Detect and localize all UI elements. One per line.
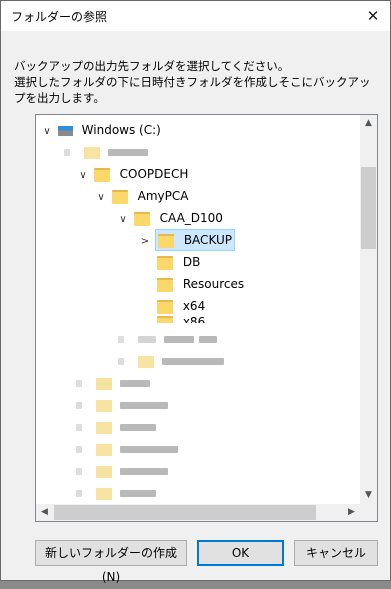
tree-item-db[interactable]: DB [157, 251, 200, 273]
tree-item-redacted[interactable] [76, 372, 150, 394]
tree-item-redacted[interactable] [76, 482, 156, 504]
ok-button[interactable]: OK [197, 540, 284, 566]
tree-item-backup-selected[interactable]: BACKUP [155, 229, 235, 251]
drive-icon [57, 125, 73, 136]
tree-item-redacted[interactable] [118, 328, 218, 350]
tree-item-label: Windows (C:) [81, 123, 161, 137]
tree-item-redacted[interactable] [76, 438, 178, 460]
tree-item-label: Resources [182, 277, 245, 291]
folder-icon [157, 277, 173, 292]
vertical-scrollbar[interactable]: ▲ ▼ [360, 115, 377, 504]
tree-item-x86[interactable]: x86 [157, 311, 205, 323]
tree-item-backup[interactable]: > [138, 229, 152, 251]
tree-item-label: x86 [182, 315, 206, 323]
tree-item-redacted[interactable] [64, 141, 148, 163]
chevron-down-icon[interactable]: ∨ [40, 121, 54, 143]
tree-item-label: CAA_D100 [159, 211, 223, 225]
tree-item-redacted[interactable] [76, 394, 168, 416]
tree-item-redacted[interactable] [118, 350, 224, 372]
chevron-down-icon[interactable]: ∨ [76, 165, 90, 187]
scroll-right-icon[interactable]: ▶ [343, 504, 360, 521]
tree-item-drive[interactable]: ∨ Windows (C:) [40, 119, 161, 141]
tree-item-amypca[interactable]: ∨ AmyPCA [94, 185, 188, 207]
chevron-down-icon[interactable]: ∨ [94, 187, 108, 209]
title-bar: フォルダーの参照 ✕ [1, 1, 390, 31]
tree-item-label: COOPDECH [119, 167, 189, 181]
folder-icon [158, 233, 174, 248]
scroll-left-icon[interactable]: ◀ [36, 504, 53, 521]
new-folder-button[interactable]: 新しいフォルダーの作成(N) [35, 540, 187, 584]
folder-icon [133, 211, 150, 226]
browse-folder-dialog: フォルダーの参照 ✕ バックアップの出力先フォルダを選択してください。 選択した… [0, 0, 391, 584]
folder-icon [157, 315, 173, 323]
dialog-title: フォルダーの参照 [11, 10, 108, 24]
close-icon[interactable]: ✕ [356, 1, 390, 31]
tree-item-label: AmyPCA [137, 189, 189, 203]
tree-item-redacted[interactable] [76, 460, 168, 482]
folder-icon [111, 189, 128, 204]
vertical-scroll-thumb[interactable] [361, 167, 376, 249]
chevron-down-icon[interactable]: ∨ [116, 209, 130, 231]
tree-item-label: DB [182, 255, 201, 269]
folder-icon [93, 167, 110, 182]
chevron-right-icon[interactable]: > [138, 231, 152, 253]
tree-item-coopdech[interactable]: ∨ COOPDECH [76, 163, 188, 185]
scrollbar-corner [360, 504, 377, 521]
scroll-down-icon[interactable]: ▼ [360, 487, 377, 504]
dialog-description: バックアップの出力先フォルダを選択してください。 選択したフォルダの下に日時付き… [14, 59, 371, 105]
folder-tree[interactable]: ∨ Windows (C:) ∨ COOPDECH ∨ AmyPCA ∨ CAA… [35, 114, 378, 522]
horizontal-scrollbar[interactable]: ◀ ▶ [36, 504, 360, 521]
tree-item-redacted[interactable] [76, 416, 156, 438]
cancel-button[interactable]: キャンセル [294, 540, 378, 566]
folder-icon [157, 255, 173, 270]
scroll-up-icon[interactable]: ▲ [360, 115, 377, 132]
tree-item-resources[interactable]: Resources [157, 273, 244, 295]
tree-item-label: BACKUP [183, 233, 233, 247]
tree-item-caa-d100[interactable]: ∨ CAA_D100 [116, 207, 223, 229]
horizontal-scroll-thumb[interactable] [54, 505, 316, 520]
